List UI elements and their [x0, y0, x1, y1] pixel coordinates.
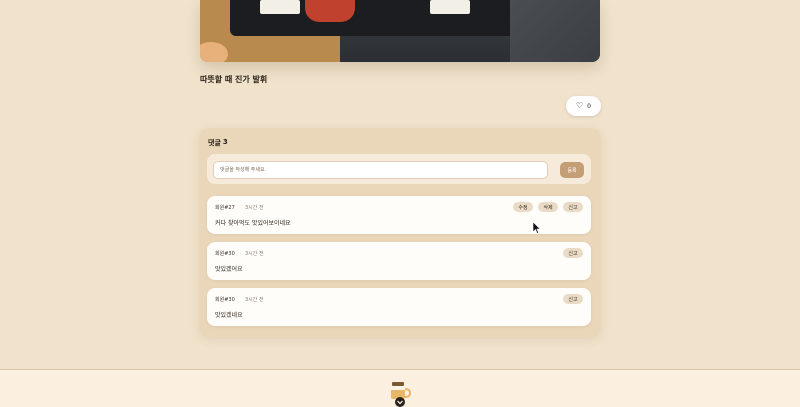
comment-form: 등록 [207, 154, 591, 184]
footer [0, 369, 800, 407]
comment-time: 3시간 전 [245, 297, 264, 303]
report-button[interactable]: 신고 [563, 294, 583, 304]
comment-actions: 신고 [563, 248, 583, 258]
comment-card: 회원#30 3시간 전 신고 맛있겠어요 [207, 242, 591, 280]
edit-button[interactable]: 수정 [513, 202, 533, 212]
mouse-pointer-icon [533, 222, 541, 234]
comment-actions: 신고 [563, 294, 583, 304]
submit-comment-button[interactable]: 등록 [560, 162, 584, 178]
report-button[interactable]: 신고 [563, 202, 583, 212]
comment-author: 회원#30 [215, 297, 235, 303]
report-button[interactable]: 신고 [563, 248, 583, 258]
comment-body: 맛있겠네요 [215, 312, 243, 319]
like-button[interactable]: ♡ 0 [566, 96, 601, 116]
comment-input[interactable] [213, 161, 548, 179]
comments-heading: 댓글 3 [208, 138, 228, 148]
like-count: 0 [587, 102, 591, 110]
comment-time: 3시간 전 [245, 205, 264, 211]
post-title: 따뜻할 때 진가 발휘 [200, 75, 268, 84]
comment-actions: 수정 삭제 신고 [513, 202, 583, 212]
comment-author: 회원#27 [215, 205, 235, 211]
comment-body: 커다 찾아먹도 맛있어보이네요 [215, 220, 291, 227]
comment-card: 회원#30 3시간 전 신고 맛있겠네요 [207, 288, 591, 326]
comment-body: 맛있겠어요 [215, 266, 243, 273]
comment-time: 3시간 전 [245, 251, 264, 257]
post-photo [200, 0, 600, 62]
comments-heading-label: 댓글 [208, 139, 221, 147]
comments-count: 3 [222, 138, 228, 146]
coffee-cup-logo-icon[interactable] [388, 380, 412, 407]
delete-button[interactable]: 삭제 [538, 202, 558, 212]
heart-icon: ♡ [576, 101, 584, 110]
comment-author: 회원#30 [215, 251, 235, 257]
